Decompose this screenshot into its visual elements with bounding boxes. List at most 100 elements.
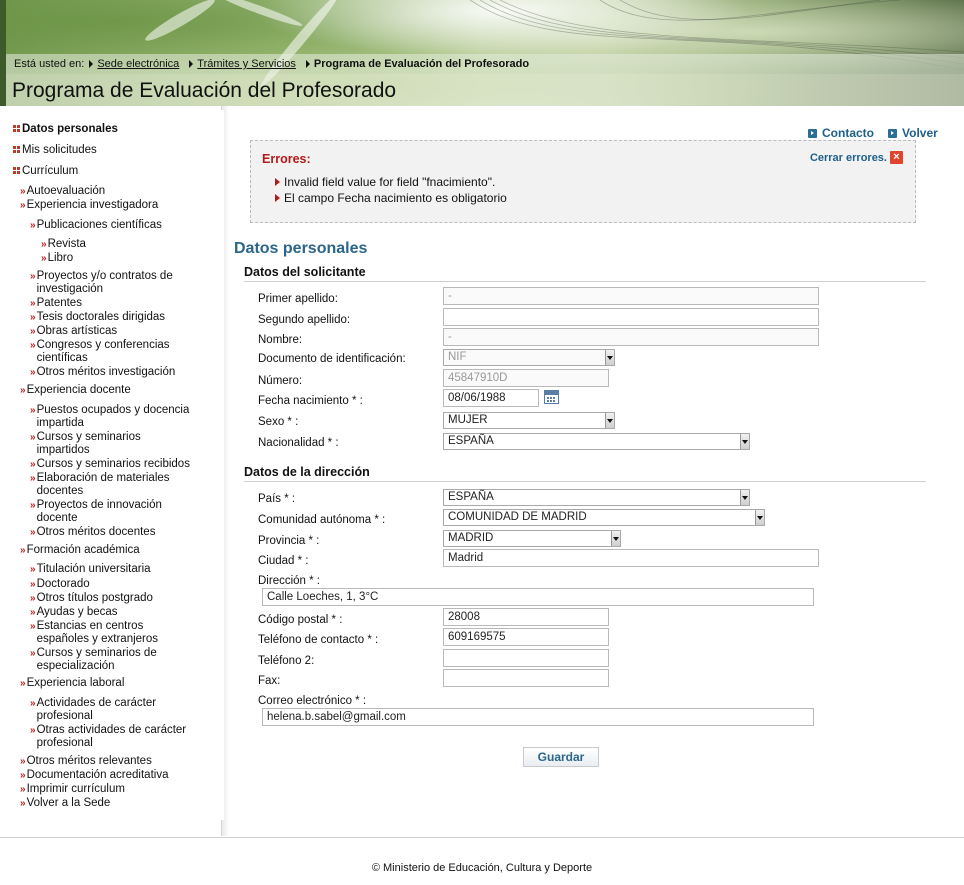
double-chevron-icon: » (30, 459, 35, 470)
breadcrumb-link-tramites[interactable]: Trámites y Servicios (197, 58, 296, 70)
sidebar-item-experiencia-investigadora[interactable]: » Experiencia investigadora (20, 199, 158, 212)
sidebar-item-actividades[interactable]: » Actividades de carácter profesional (30, 697, 187, 723)
double-chevron-icon: » (20, 798, 25, 809)
provincia-select[interactable]: MADRID (443, 530, 621, 547)
pais-select[interactable]: ESPAÑA (443, 489, 750, 506)
double-chevron-icon: » (30, 648, 35, 659)
sidebar-item-cursos-impartidos[interactable]: » Cursos y seminarios impartidos (30, 431, 187, 457)
error-bullet-icon (275, 194, 280, 202)
nacionalidad-select[interactable]: ESPAÑA (443, 433, 750, 450)
footer-copyright: © Ministerio de Educación, Cultura y Dep… (371, 862, 593, 874)
sidebar-item-ayudas[interactable]: » Ayudas y becas (30, 606, 118, 619)
sidebar-item-estancias[interactable]: » Estancias en centros españoles y extran… (30, 620, 197, 646)
segundo-apellido-field[interactable] (443, 308, 819, 326)
sexo-select[interactable]: MUJER (443, 412, 615, 429)
label-telefono2: Teléfono 2: (258, 655, 315, 667)
sidebar-item-puestos[interactable]: » Puestos ocupados y docencia impartida (30, 404, 209, 430)
label-telefono: Teléfono de contacto * : (258, 634, 379, 646)
sidebar-item-volver-sede[interactable]: » Volver a la Sede (20, 797, 110, 810)
sidebar-item-datos-personales[interactable]: Datos personales (13, 123, 118, 136)
double-chevron-icon: » (30, 271, 35, 282)
telefono-field[interactable]: 609169575 (443, 628, 609, 646)
sidebar-item-tesis[interactable]: » Tesis doctorales dirigidas (30, 311, 165, 324)
sidebar-item-imprimir[interactable]: » Imprimir currículum (20, 783, 125, 796)
arrow-right-icon (808, 128, 817, 138)
breadcrumb-arrow-icon (189, 60, 194, 68)
sidebar-item-experiencia-docente[interactable]: » Experiencia docente (20, 384, 131, 397)
sidebar-item-autoevaluacion[interactable]: » Autoevaluación (20, 185, 105, 198)
sidebar-item-revista[interactable]: » Revista (41, 238, 86, 251)
sidebar-item-publicaciones[interactable]: » Publicaciones científicas (30, 219, 162, 232)
error-message: Invalid field value for field "fnacimien… (275, 175, 495, 189)
breadcrumb-arrow-icon (89, 60, 94, 68)
codigo-postal-field[interactable]: 28008 (443, 608, 609, 626)
menu-bullet-icon (13, 146, 20, 153)
top-links: Contacto Volver (808, 126, 938, 140)
label-nombre: Nombre: (258, 334, 303, 346)
breadcrumb: Está usted en: Sede electrónica Trámites… (6, 54, 964, 74)
label-documento: Documento de identificación: (258, 353, 406, 365)
sidebar-item-mis-solicitudes[interactable]: Mis solicitudes (13, 144, 97, 157)
errors-box: Errores: Cerrar errores. × Invalid field… (250, 140, 916, 223)
correo-field[interactable]: helena.b.sabel@gmail.com (262, 708, 814, 726)
double-chevron-icon: » (30, 579, 35, 590)
label-correo: Correo electrónico * : (258, 695, 367, 707)
chevron-down-icon (605, 350, 614, 365)
calendar-icon[interactable] (544, 390, 559, 404)
contacto-link[interactable]: Contacto (808, 126, 874, 140)
label-codigo-postal: Código postal * : (258, 614, 343, 626)
sidebar-item-materiales[interactable]: » Elaboración de materiales docentes (30, 472, 202, 498)
sidebar-item-doctorado[interactable]: » Doctorado (30, 578, 90, 591)
sidebar-item-otros-titulos[interactable]: » Otros títulos postgrado (30, 592, 153, 605)
label-nacionalidad: Nacionalidad * : (258, 437, 339, 449)
sidebar-item-experiencia-laboral[interactable]: » Experiencia laboral (20, 677, 124, 690)
numero-field[interactable]: 45847910D (443, 369, 609, 387)
sidebar-item-documentacion[interactable]: » Documentación acreditativa (20, 769, 168, 782)
fax-field[interactable] (443, 669, 609, 687)
telefono2-field[interactable] (443, 649, 609, 667)
double-chevron-icon: » (20, 385, 25, 396)
double-chevron-icon: » (20, 186, 25, 197)
sidebar-item-cursos-recibidos[interactable]: » Cursos y seminarios recibidos (30, 458, 190, 471)
sidebar-item-otros-meritos-docentes[interactable]: » Otros méritos docentes (30, 526, 155, 539)
volver-link[interactable]: Volver (888, 126, 938, 140)
double-chevron-icon: » (20, 678, 25, 689)
chevron-down-icon (611, 531, 620, 546)
arrow-right-icon (888, 128, 897, 138)
sidebar-item-otros-meritos-investigacion[interactable]: » Otros méritos investigación (30, 366, 175, 379)
double-chevron-icon: » (30, 500, 35, 511)
page-title: Programa de Evaluación del Profesorado (6, 74, 964, 106)
double-chevron-icon: » (30, 367, 35, 378)
sidebar-item-formacion[interactable]: » Formación académica (20, 544, 140, 557)
sidebar-item-patentes[interactable]: » Patentes (30, 297, 82, 310)
nombre-field[interactable]: - (443, 328, 819, 346)
sidebar-item-congresos[interactable]: » Congresos y conferencias científicas (30, 339, 202, 365)
ciudad-field[interactable]: Madrid (443, 549, 819, 567)
double-chevron-icon: » (30, 312, 35, 323)
primer-apellido-field[interactable]: - (443, 287, 819, 305)
sidebar-item-otras-actividades[interactable]: » Otras actividades de carácter profesion… (30, 724, 212, 750)
sidebar-item-libro[interactable]: » Libro (41, 252, 73, 265)
sidebar-item-otros-meritos-relevantes[interactable]: » Otros méritos relevantes (20, 755, 152, 768)
double-chevron-icon: » (20, 784, 25, 795)
sidebar-item-titulacion[interactable]: » Titulación universitaria (30, 563, 151, 576)
save-button[interactable]: Guardar (523, 747, 599, 767)
label-provincia: Provincia * : (258, 535, 320, 547)
sidebar-item-curriculum[interactable]: Currículum (13, 165, 78, 178)
sidebar-item-obras[interactable]: » Obras artísticas (30, 325, 117, 338)
fecha-nacimiento-field[interactable]: 08/06/1988 (443, 389, 539, 407)
double-chevron-icon: » (30, 432, 35, 443)
sidebar-item-especializacion[interactable]: » Cursos y seminarios de especialización (30, 647, 197, 673)
label-sexo: Sexo * : (258, 416, 299, 428)
close-errors-button[interactable]: Cerrar errores. × (810, 151, 903, 164)
breadcrumb-link-sede[interactable]: Sede electrónica (97, 58, 179, 70)
double-chevron-icon: » (30, 473, 35, 484)
sidebar-item-innovacion[interactable]: » Proyectos de innovación docente (30, 499, 197, 525)
label-segundo-apellido: Segundo apellido: (258, 314, 351, 326)
label-fax: Fax: (258, 675, 281, 687)
double-chevron-icon: » (30, 593, 35, 604)
sidebar-item-proyectos[interactable]: » Proyectos y/o contratos de investigació… (30, 270, 202, 296)
comunidad-select[interactable]: COMUNIDAD DE MADRID (443, 509, 765, 526)
direccion-field[interactable]: Calle Loeches, 1, 3°C (262, 588, 814, 606)
documento-select[interactable]: NIF (443, 349, 615, 366)
